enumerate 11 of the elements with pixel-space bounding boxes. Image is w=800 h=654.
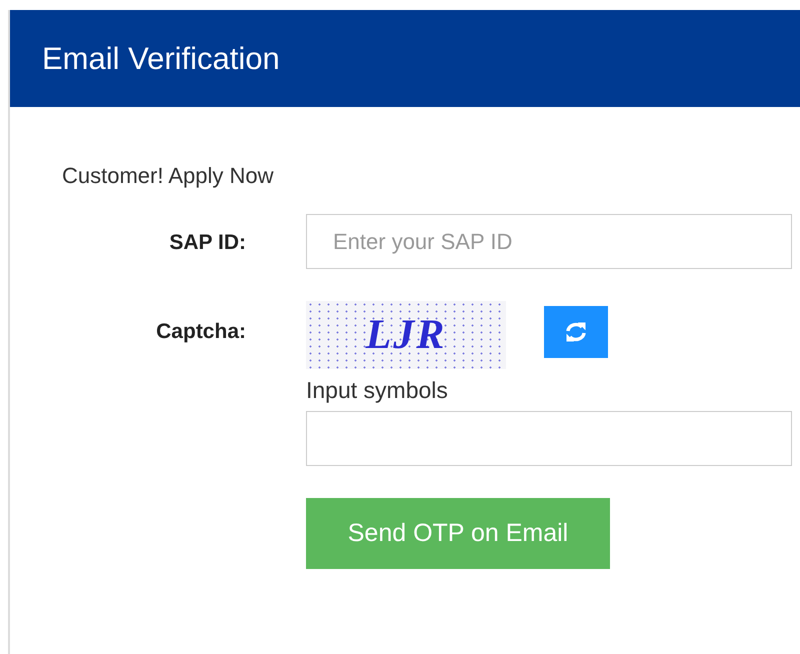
refresh-button[interactable]: [544, 306, 608, 358]
captcha-field[interactable]: [306, 411, 792, 466]
captcha-text: LJR: [366, 314, 446, 356]
header-title: Email Verification: [42, 43, 280, 74]
refresh-icon: [564, 321, 588, 343]
intro-text: Customer! Apply Now: [62, 165, 275, 187]
input-symbols-label: Input symbols: [306, 379, 449, 402]
sap-id-field[interactable]: Enter your SAP ID: [306, 214, 792, 269]
captcha-label: Captcha:: [156, 321, 246, 345]
send-otp-button[interactable]: Send OTP on Email: [306, 498, 610, 569]
sap-id-label: SAP ID:: [169, 232, 246, 256]
